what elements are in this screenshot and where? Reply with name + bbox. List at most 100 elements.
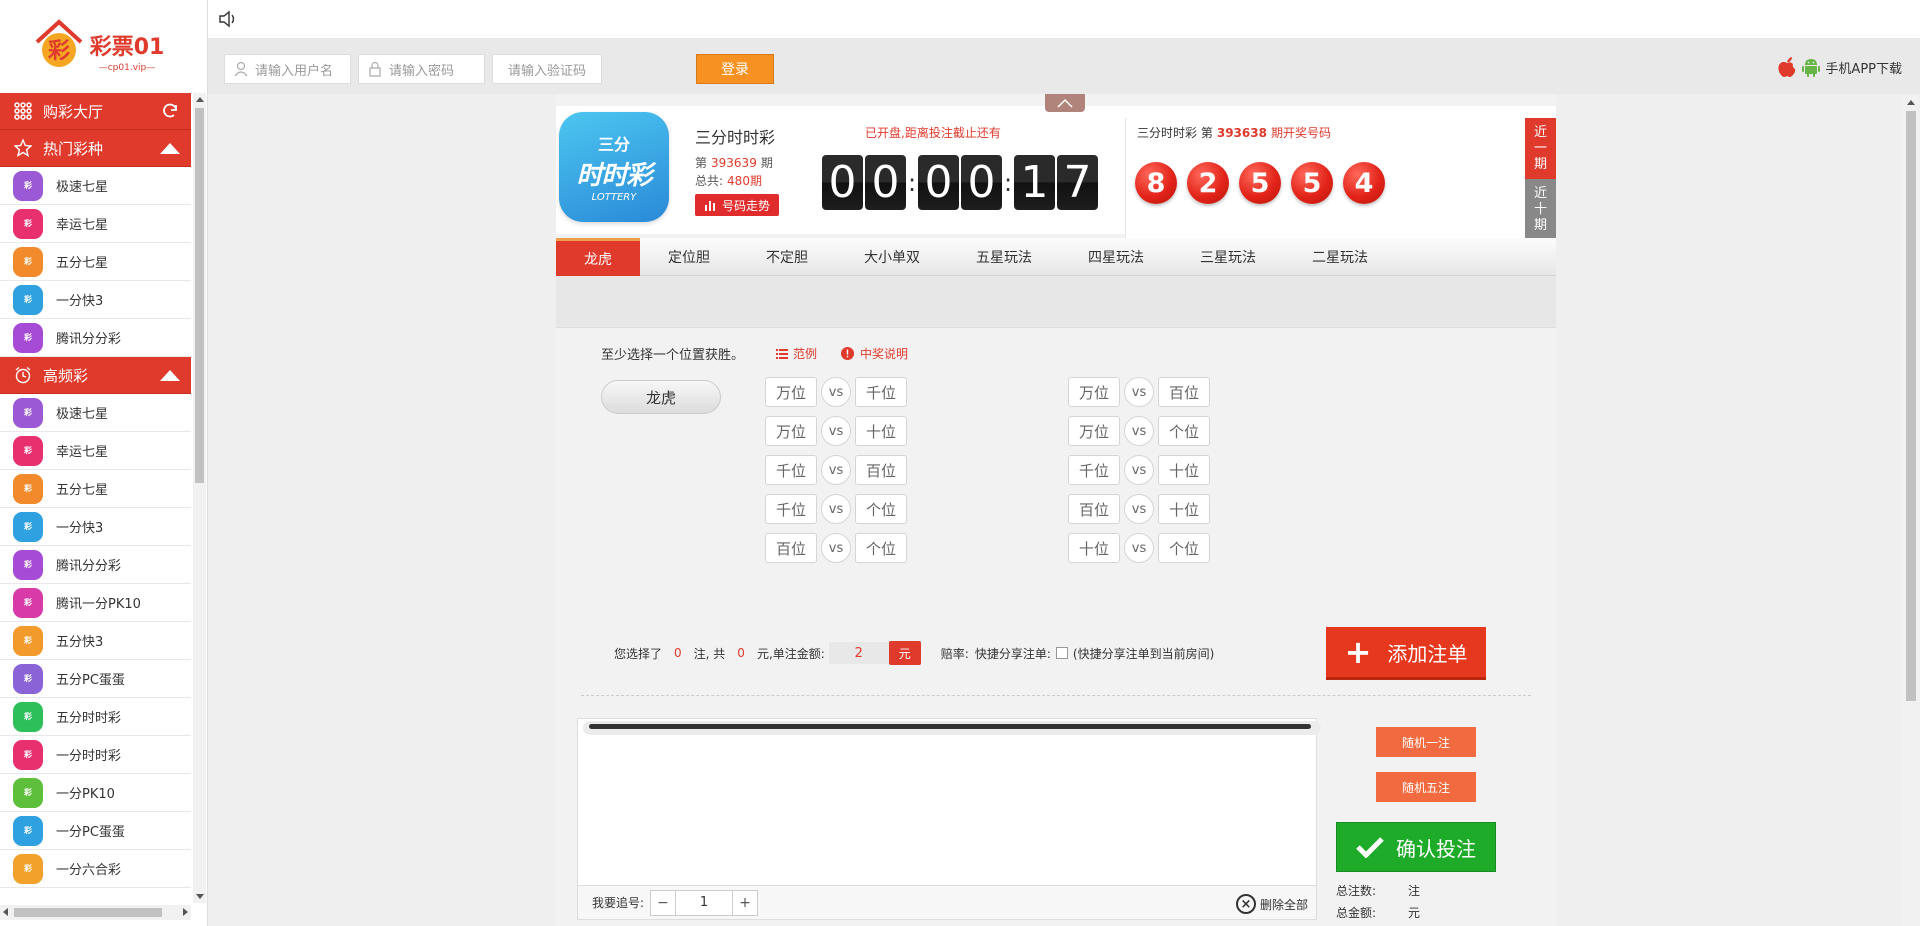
position-option[interactable]: 千位 bbox=[855, 377, 907, 407]
play-tab[interactable]: 五星玩法 bbox=[948, 238, 1060, 276]
sidebar-game-item[interactable]: 彩一分时时彩 bbox=[0, 736, 191, 774]
recent-10-tab[interactable]: 近十期 bbox=[1525, 179, 1556, 240]
sidebar-horizontal-scrollbar[interactable] bbox=[0, 905, 191, 920]
dragon-tiger-mode-button[interactable]: 龙虎 bbox=[601, 380, 721, 414]
sidebar-game-item[interactable]: 彩一分快3 bbox=[0, 281, 191, 319]
position-option[interactable]: 十位 bbox=[1068, 533, 1120, 563]
total-count-unit: 注 bbox=[1408, 884, 1421, 898]
sidebar-game-item[interactable]: 彩极速七星 bbox=[0, 394, 191, 432]
sidebar-game-item[interactable]: 彩五分七星 bbox=[0, 243, 191, 281]
grid-icon bbox=[13, 101, 33, 121]
sidebar-game-item[interactable]: 彩五分时时彩 bbox=[0, 698, 191, 736]
add-order-button[interactable]: + 添加注单 bbox=[1326, 627, 1486, 677]
position-option[interactable]: 个位 bbox=[855, 533, 907, 563]
position-option[interactable]: 千位 bbox=[765, 494, 817, 524]
sidebar-game-label: 极速七星 bbox=[56, 180, 109, 195]
captcha-input[interactable]: 请输入验证码 bbox=[492, 54, 602, 84]
minus-button[interactable]: − bbox=[650, 889, 677, 916]
position-option[interactable]: 万位 bbox=[1068, 416, 1120, 446]
play-tab[interactable]: 不定胆 bbox=[738, 238, 836, 276]
number-trend-button[interactable]: 号码走势 bbox=[695, 194, 779, 216]
confirm-bet-button[interactable]: 确认投注 bbox=[1336, 822, 1496, 872]
sidebar-game-item[interactable]: 彩一分PC蛋蛋 bbox=[0, 812, 191, 850]
sidebar-game-label: 五分七星 bbox=[56, 483, 109, 498]
password-input[interactable]: 请输入密码 bbox=[358, 54, 485, 84]
sidebar-game-label: 幸运七星 bbox=[56, 445, 109, 460]
position-option[interactable]: 十位 bbox=[1158, 494, 1210, 524]
position-option[interactable]: 万位 bbox=[1068, 377, 1120, 407]
game-icon: 彩 bbox=[13, 663, 43, 694]
play-tab[interactable]: 三星玩法 bbox=[1172, 238, 1284, 276]
sidebar-game-item[interactable]: 彩腾讯一分PK10 bbox=[0, 584, 191, 622]
recent-1-tab[interactable]: 近一期 bbox=[1525, 118, 1556, 179]
sub-play-bar bbox=[556, 276, 1556, 328]
sidebar-vertical-scrollbar[interactable] bbox=[193, 93, 206, 903]
login-button[interactable]: 登录 bbox=[696, 54, 774, 84]
hot-games-header[interactable]: 热门彩种 bbox=[0, 130, 191, 167]
collapse-up-icon[interactable] bbox=[155, 369, 185, 381]
countdown-digit: 0 bbox=[822, 155, 863, 210]
sidebar-game-item[interactable]: 彩腾讯分分彩 bbox=[0, 319, 191, 357]
sidebar-game-item[interactable]: 彩一分六合彩 bbox=[0, 850, 191, 888]
sidebar-game-item[interactable]: 彩幸运七星 bbox=[0, 205, 191, 243]
sidebar-game-item[interactable]: 彩五分PC蛋蛋 bbox=[0, 660, 191, 698]
app-download-link[interactable]: 手机APP下载 bbox=[1777, 56, 1902, 78]
position-option[interactable]: 个位 bbox=[1158, 533, 1210, 563]
unit-amount-input[interactable]: 2 bbox=[828, 642, 889, 664]
vs-badge: vs bbox=[821, 416, 851, 446]
position-option[interactable]: 百位 bbox=[765, 533, 817, 563]
collapse-header-button[interactable] bbox=[1045, 94, 1085, 112]
odds-label: 赔率: bbox=[940, 646, 969, 661]
position-option[interactable]: 个位 bbox=[1158, 416, 1210, 446]
unit-yuan-button[interactable]: 元 bbox=[888, 641, 921, 665]
prize-info-link[interactable]: 中奖说明 bbox=[841, 345, 908, 362]
position-option[interactable]: 百位 bbox=[1068, 494, 1120, 524]
share-checkbox[interactable] bbox=[1055, 647, 1068, 659]
selected-prefix: 您选择了 bbox=[614, 646, 663, 661]
play-tab[interactable]: 大小单双 bbox=[836, 238, 948, 276]
play-tab[interactable]: 定位胆 bbox=[640, 238, 738, 276]
chase-value[interactable]: 1 bbox=[676, 889, 733, 916]
sidebar-game-item[interactable]: 彩腾讯分分彩 bbox=[0, 546, 191, 584]
position-option[interactable]: 十位 bbox=[1158, 455, 1210, 485]
position-option[interactable]: 十位 bbox=[855, 416, 907, 446]
speaker-icon[interactable] bbox=[218, 10, 240, 30]
sidebar-game-item[interactable]: 彩五分七星 bbox=[0, 470, 191, 508]
position-option[interactable]: 万位 bbox=[765, 377, 817, 407]
sidebar-game-label: 五分PC蛋蛋 bbox=[56, 673, 125, 688]
high-freq-header[interactable]: 高频彩 bbox=[0, 357, 191, 394]
sidebar-game-item[interactable]: 彩一分PK10 bbox=[0, 774, 191, 812]
collapse-up-icon[interactable] bbox=[155, 142, 185, 154]
high-freq-list: 彩极速七星彩幸运七星彩五分七星彩一分快3 彩腾讯分分彩彩腾讯一分PK10 彩五分快3… bbox=[0, 394, 191, 888]
position-option[interactable]: 百位 bbox=[855, 455, 907, 485]
sidebar-game-item[interactable]: 彩幸运七星 bbox=[0, 432, 191, 470]
position-option[interactable]: 百位 bbox=[1158, 377, 1210, 407]
game-icon: 彩 bbox=[13, 701, 43, 732]
check-icon bbox=[1356, 837, 1384, 858]
play-tab[interactable]: 四星玩法 bbox=[1060, 238, 1172, 276]
clear-all-label: 删除全部 bbox=[1259, 897, 1308, 912]
position-option[interactable]: 千位 bbox=[765, 455, 817, 485]
chevron-up-icon bbox=[1057, 98, 1073, 108]
sidebar-game-item[interactable]: 彩一分快3 bbox=[0, 508, 191, 546]
play-tab[interactable]: 二星玩法 bbox=[1284, 238, 1396, 276]
plus-button[interactable]: + bbox=[732, 889, 759, 916]
site-logo[interactable]: 彩 彩票01 —cp01.vip— bbox=[0, 0, 207, 93]
example-link[interactable]: 范例 bbox=[776, 345, 817, 362]
random-one-button[interactable]: 随机一注 bbox=[1376, 727, 1476, 757]
clear-all-button[interactable]: × 删除全部 bbox=[1235, 894, 1308, 914]
random-five-button[interactable]: 随机五注 bbox=[1376, 772, 1476, 802]
position-option[interactable]: 千位 bbox=[1068, 455, 1120, 485]
game-icon: 彩 bbox=[13, 549, 43, 580]
refresh-icon[interactable] bbox=[155, 102, 185, 120]
issue-number: 393639 bbox=[711, 156, 757, 170]
play-tab[interactable]: 龙虎 bbox=[556, 238, 640, 276]
sidebar-game-item[interactable]: 彩五分快3 bbox=[0, 622, 191, 660]
position-option[interactable]: 万位 bbox=[765, 416, 817, 446]
lottery-hall-header[interactable]: 购彩大厅 bbox=[0, 93, 191, 130]
username-input[interactable]: 请输入用户名 bbox=[224, 54, 351, 84]
total-count-label: 总注数: bbox=[1336, 884, 1377, 898]
position-option[interactable]: 个位 bbox=[855, 494, 907, 524]
page-vertical-scrollbar[interactable] bbox=[1902, 94, 1920, 926]
sidebar-game-item[interactable]: 彩极速七星 bbox=[0, 167, 191, 205]
